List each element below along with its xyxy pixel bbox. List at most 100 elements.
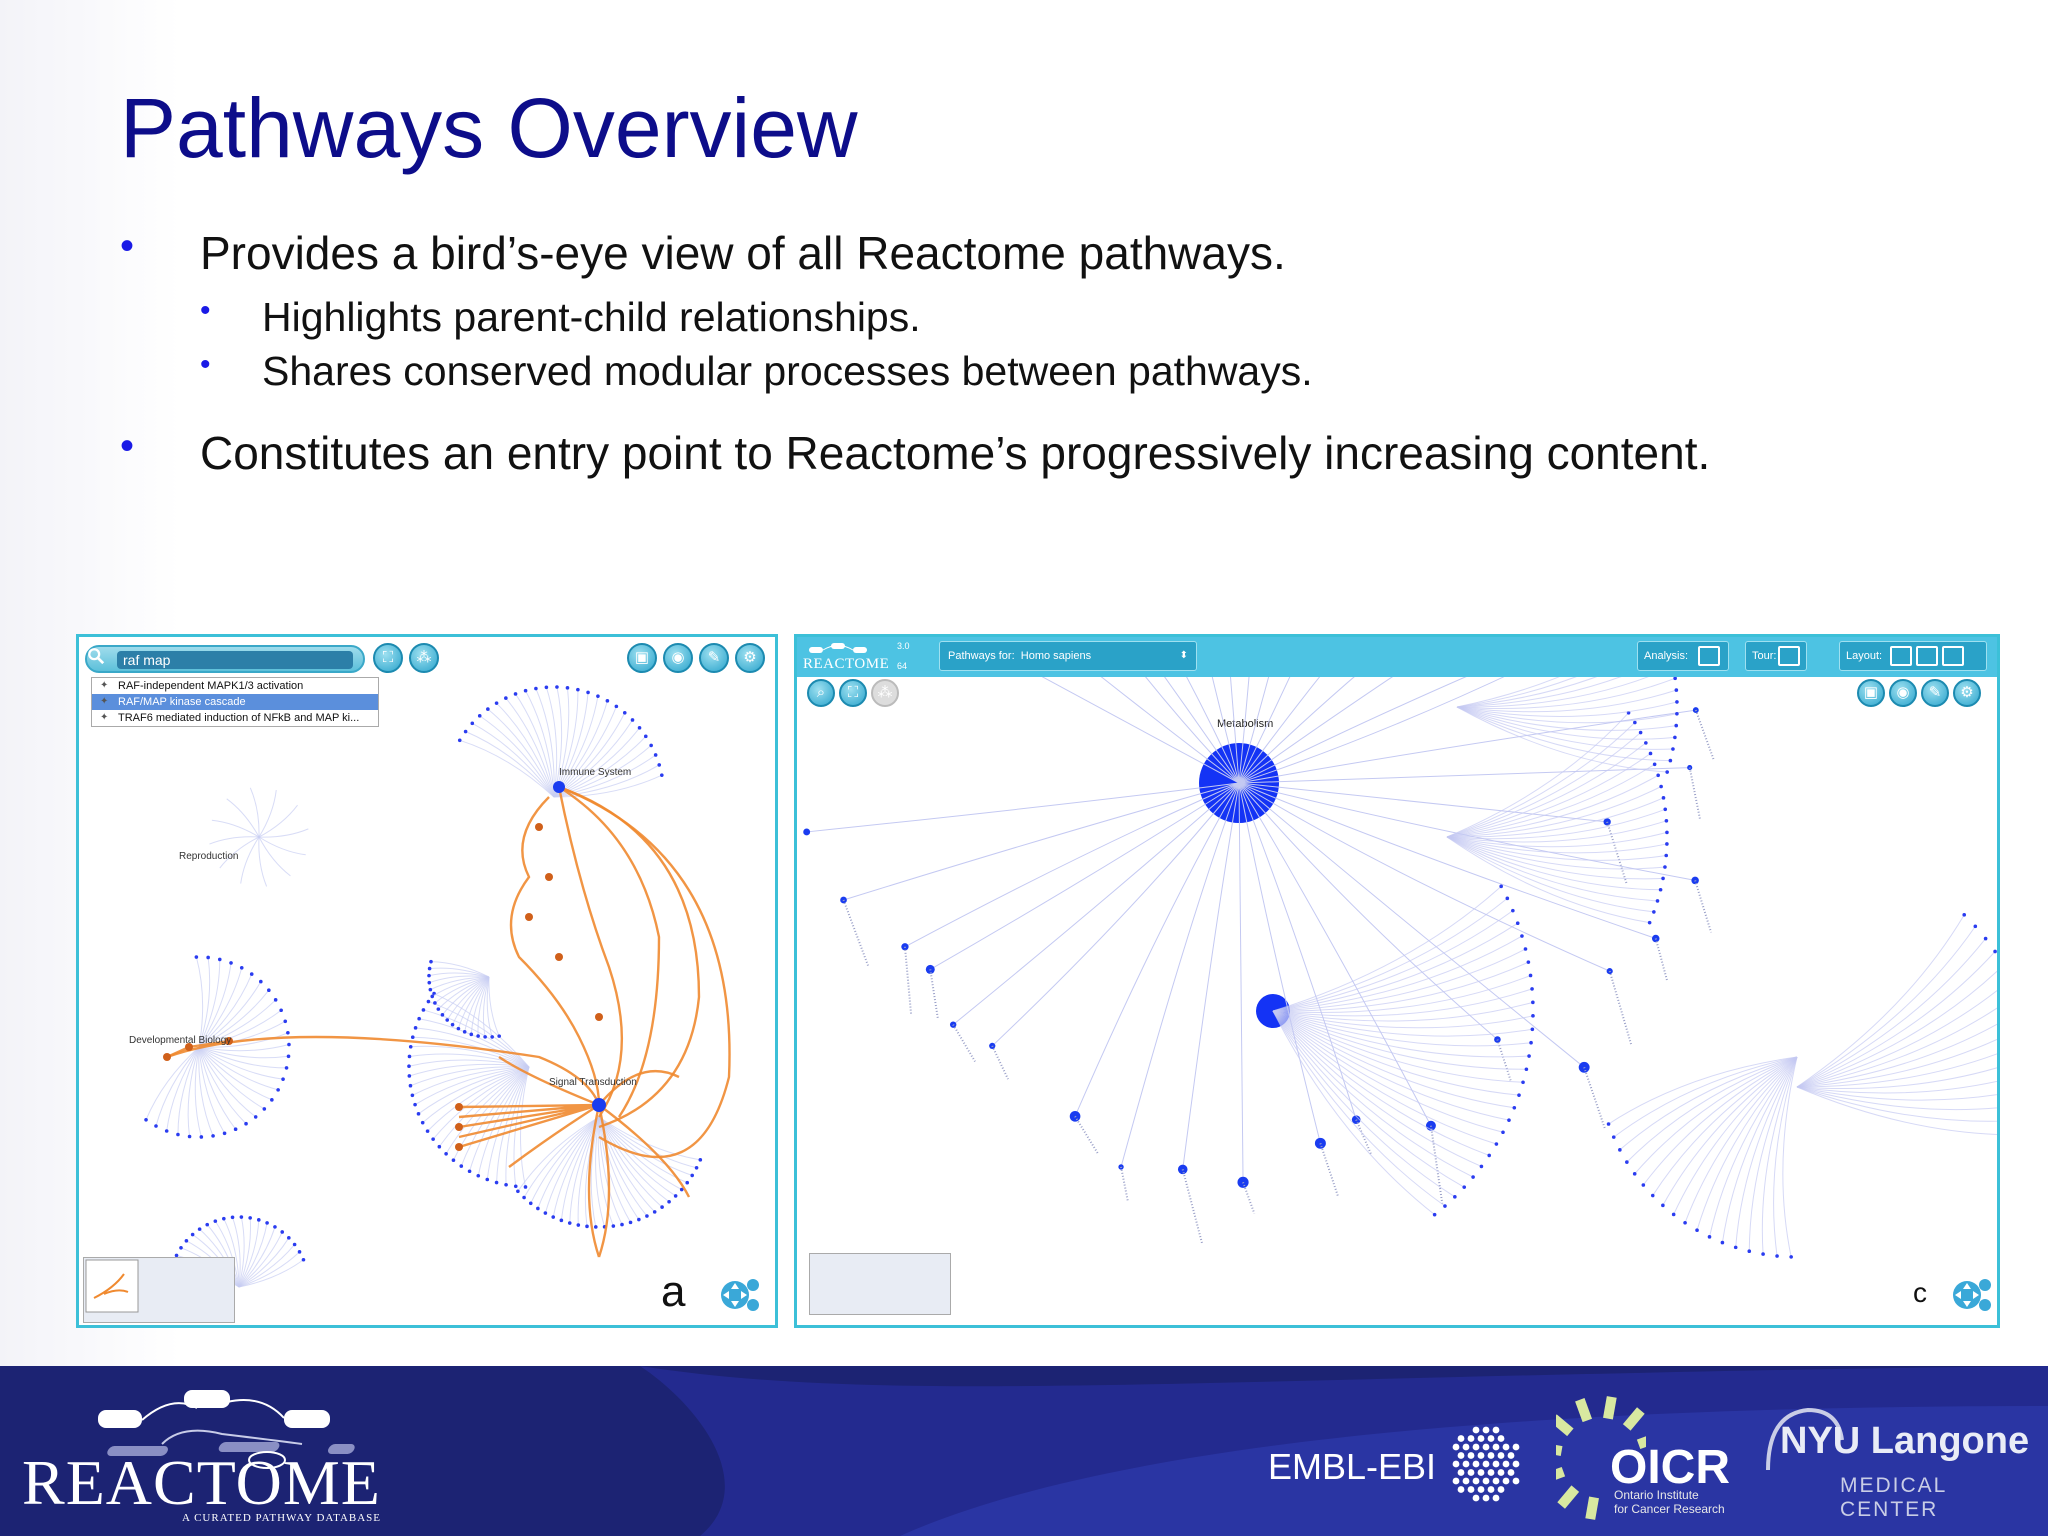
navigation-pad-icon[interactable]	[1949, 1273, 1993, 1317]
graph-node	[462, 1030, 467, 1034]
embl-dot	[1497, 1486, 1505, 1493]
graph-edge	[1182, 782, 1240, 1170]
layout-group[interactable]: Layout:	[1839, 641, 1987, 671]
graph-node	[1530, 1027, 1535, 1032]
bullet-dot: •	[200, 294, 211, 327]
graph-node	[436, 1007, 441, 1011]
graph-node	[586, 690, 590, 695]
graph-node	[253, 1115, 258, 1119]
suggestion-item[interactable]: TRAF6 mediated induction of NFkB and MAP…	[92, 710, 378, 726]
graph-node	[1658, 887, 1663, 892]
graph-node	[803, 828, 811, 836]
embl-dot	[1457, 1435, 1465, 1442]
image-export-button[interactable]: ▣	[1857, 679, 1885, 707]
graph-node	[1471, 1175, 1475, 1179]
suggestion-item[interactable]: RAF-independent MAPK1/3 activation	[92, 678, 378, 694]
settings-gear-icon[interactable]: ⚙	[1953, 679, 1981, 707]
analysis-icon[interactable]	[1698, 646, 1720, 666]
embl-dot	[1487, 1486, 1495, 1493]
embl-dot	[1457, 1486, 1465, 1493]
embl-dot	[1467, 1486, 1475, 1493]
graph-node	[425, 1129, 430, 1133]
graph-node	[1606, 1122, 1611, 1126]
label-placeholder	[1319, 1142, 1340, 1198]
fit-all-button[interactable]: ⛶	[839, 679, 867, 707]
graph-node	[486, 707, 490, 711]
settings-gear-icon[interactable]: ⚙	[735, 643, 765, 673]
layout-right-icon[interactable]	[1942, 646, 1964, 666]
search-icon[interactable]: ⌕	[807, 679, 835, 707]
fit-all-button[interactable]: ⛶	[373, 643, 403, 673]
bullet-2: • Constitutes an entry point to Reactome’…	[120, 424, 1711, 479]
graph-node	[440, 1013, 445, 1017]
graph-node	[281, 1077, 285, 1081]
embl-dot	[1487, 1435, 1495, 1442]
graph-node	[649, 743, 653, 748]
signal-transduction-node	[592, 1098, 606, 1112]
reactome-logo-small[interactable]: REACTOME	[803, 641, 893, 673]
graph-edge	[991, 782, 1240, 1047]
graph-node	[1487, 1153, 1492, 1158]
graph-node	[1962, 913, 1967, 917]
analysis-group[interactable]: Analysis:	[1637, 641, 1729, 671]
search-bar[interactable]: raf map	[85, 645, 365, 673]
highlighted-node	[535, 823, 543, 831]
embl-dot	[1492, 1426, 1500, 1434]
graph-node	[222, 1131, 227, 1136]
graph-node	[262, 1107, 267, 1111]
graph-edge	[238, 1219, 260, 1288]
layout-button[interactable]: ⁂	[409, 643, 439, 673]
navigation-pad-icon[interactable]	[717, 1273, 761, 1317]
camera-icon[interactable]: ◉	[1889, 679, 1917, 707]
tour-icon[interactable]	[1778, 646, 1800, 666]
graph-node	[190, 1232, 195, 1237]
graph-node	[1633, 720, 1637, 725]
graph-edge	[1796, 1067, 1997, 1090]
graph-node	[1641, 1183, 1646, 1187]
image-export-button[interactable]: ▣	[627, 643, 657, 673]
embl-dot	[1487, 1469, 1495, 1476]
embl-dot	[1512, 1443, 1520, 1451]
graph-edge	[1272, 1010, 1446, 1207]
embl-dot	[1507, 1469, 1515, 1476]
graph-node	[265, 1221, 269, 1225]
graph-edge	[198, 1046, 247, 1125]
layout-center-icon[interactable]	[1916, 646, 1938, 666]
species-selector[interactable]: Pathways for: Homo sapiens ⬍	[939, 641, 1197, 671]
graph-node	[1494, 1142, 1499, 1146]
embl-dot	[1482, 1460, 1490, 1468]
search-input[interactable]: raf map	[117, 651, 353, 669]
graph-node	[685, 1180, 690, 1185]
graph-edge	[1272, 1010, 1515, 1109]
embl-dot	[1467, 1435, 1475, 1442]
bullet-dot: •	[120, 224, 135, 268]
minimap-c[interactable]	[809, 1253, 951, 1315]
graph-node	[259, 979, 263, 984]
graph-node	[420, 1120, 425, 1125]
pathway-graph-c[interactable]: Metabolism	[797, 637, 2000, 1328]
graph-edge	[1238, 767, 1690, 784]
graph-edge	[904, 782, 1240, 948]
graph-edge	[258, 836, 306, 856]
camera-icon[interactable]: ◉	[663, 643, 693, 673]
compass-icon[interactable]: ✎	[699, 643, 729, 673]
graph-node	[1675, 711, 1679, 716]
tour-group[interactable]: Tour:	[1745, 641, 1807, 671]
graph-node	[543, 1211, 548, 1215]
pathway-graph-a[interactable]: Immune System Reproduction Developmental B…	[79, 637, 778, 1328]
label-placeholder	[842, 899, 870, 967]
label-placeholder	[1608, 970, 1633, 1045]
layout-left-icon[interactable]	[1890, 646, 1912, 666]
graph-edge	[1642, 1056, 1798, 1186]
suggestion-item-selected[interactable]: RAF/MAP kinase cascade	[92, 694, 378, 710]
label-placeholder	[1120, 1166, 1129, 1202]
graph-node	[1683, 1220, 1687, 1225]
embl-dot	[1497, 1435, 1505, 1442]
graph-node	[1511, 908, 1515, 913]
minimap-a[interactable]	[83, 1257, 235, 1323]
graph-node	[179, 1246, 183, 1250]
compass-icon[interactable]: ✎	[1921, 679, 1949, 707]
layout-button[interactable]: ⁂	[871, 679, 899, 707]
graph-node	[522, 1195, 526, 1200]
graph-node	[239, 966, 244, 970]
